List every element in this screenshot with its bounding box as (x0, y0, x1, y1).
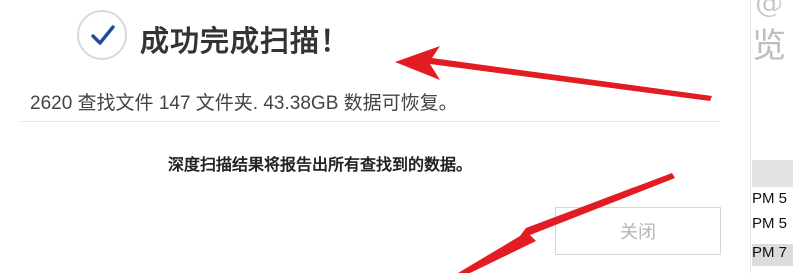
screenshot-stage: 成功完成扫描！ 2620 查找文件 147 文件夹. 43.38GB 数据可恢复… (0, 0, 793, 273)
red-arrow-bottom (458, 173, 675, 273)
annotation-arrows (395, 46, 712, 273)
red-arrow-top (395, 46, 712, 101)
